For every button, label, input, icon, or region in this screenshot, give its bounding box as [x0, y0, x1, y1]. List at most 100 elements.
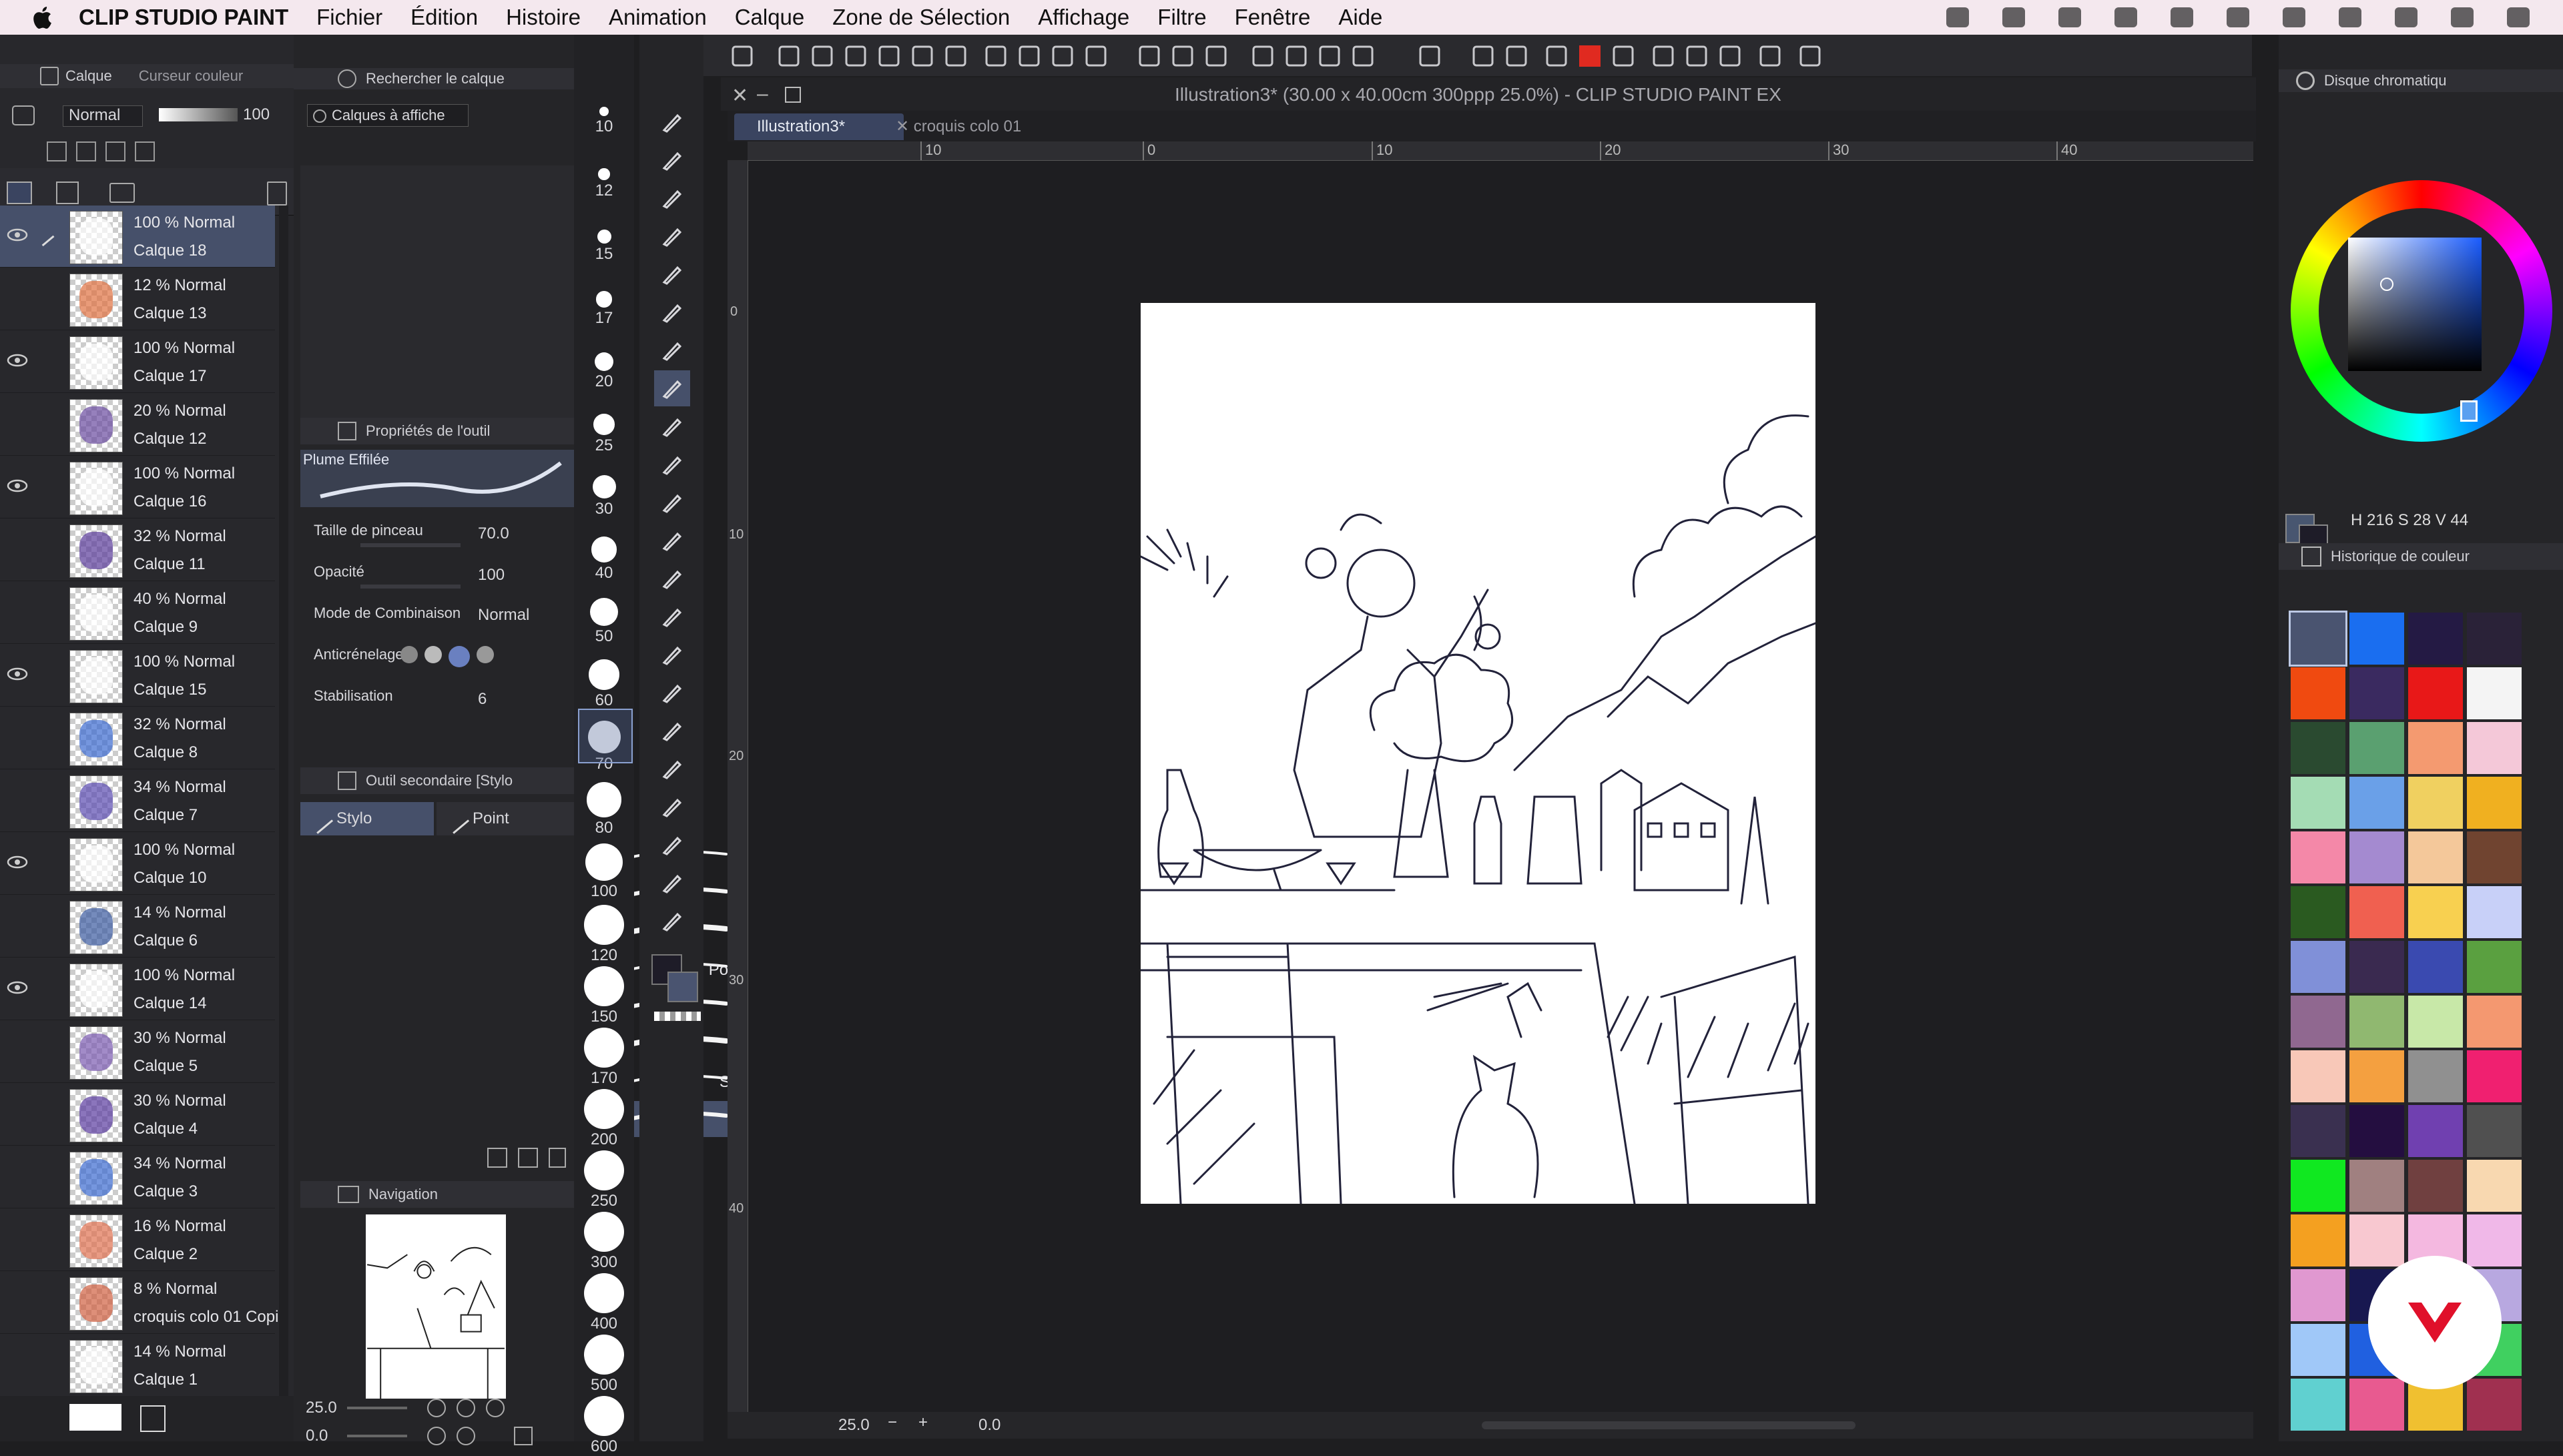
- lasso-tool-icon[interactable]: [654, 256, 690, 292]
- eyedropper-icon[interactable]: [654, 332, 690, 368]
- flip-icon[interactable]: [514, 1427, 533, 1445]
- status-zoom-value[interactable]: 25.0: [838, 1416, 870, 1435]
- color-swatch[interactable]: [2349, 1214, 2404, 1266]
- color-swatch[interactable]: [2291, 722, 2345, 774]
- lock-icon[interactable]: [47, 141, 67, 161]
- color-swatch[interactable]: [2467, 1160, 2522, 1212]
- tab-illustration3[interactable]: Illustration3*: [734, 113, 904, 140]
- layer-row[interactable]: 100 % Normal Calque 16: [0, 456, 275, 518]
- color-swatch[interactable]: [2408, 996, 2463, 1048]
- color-swatch[interactable]: [2467, 613, 2522, 665]
- brush-size-preset[interactable]: 600: [581, 1396, 627, 1456]
- eye-hidden-icon[interactable]: [7, 916, 28, 934]
- eye-icon[interactable]: [7, 978, 28, 997]
- tool-property-row[interactable]: Anticrénelage: [307, 642, 561, 679]
- red-color-icon[interactable]: [1575, 41, 1605, 71]
- layer-row[interactable]: 34 % Normal Calque 7: [0, 770, 275, 832]
- antialias-level-icons[interactable]: [400, 646, 507, 670]
- layer-row[interactable]: 30 % Normal Calque 5: [0, 1021, 275, 1083]
- delete-layer-icon[interactable]: [267, 181, 287, 206]
- search-layer-filter[interactable]: Calques à affiche: [307, 104, 469, 127]
- navigator-preview[interactable]: [366, 1214, 506, 1399]
- tool-property-row[interactable]: Mode de Combinaison Normal: [307, 601, 561, 638]
- spotlight-icon[interactable]: [2451, 7, 2474, 27]
- eraser-icon[interactable]: [654, 561, 690, 597]
- color-swatch[interactable]: [2291, 886, 2345, 938]
- layer-row[interactable]: 20 % Normal Calque 12: [0, 394, 275, 456]
- status-zoom-in-icon[interactable]: +: [918, 1413, 928, 1432]
- transparent-color-swatch[interactable]: [654, 1012, 701, 1021]
- brush-size-preset[interactable]: 30: [581, 475, 627, 518]
- eye-hidden-icon[interactable]: [7, 1166, 28, 1185]
- display-icon[interactable]: [2227, 7, 2249, 27]
- menu-fichier[interactable]: Fichier: [316, 5, 382, 30]
- property-value[interactable]: 100: [478, 566, 505, 585]
- navigator-rotation-value[interactable]: 0.0: [306, 1427, 328, 1445]
- brush-size-preset[interactable]: 100: [581, 843, 627, 901]
- brush-size-preset[interactable]: 20: [581, 352, 627, 391]
- color-swatch[interactable]: [2408, 1160, 2463, 1212]
- eye-hidden-icon[interactable]: [7, 1355, 28, 1373]
- tab-stylo[interactable]: Stylo: [300, 802, 434, 835]
- color-swatch[interactable]: [2291, 1160, 2345, 1212]
- color-swatch[interactable]: [2349, 941, 2404, 993]
- save-file-icon[interactable]: [841, 41, 870, 71]
- sv-picker-cursor[interactable]: [2380, 278, 2393, 291]
- eye-icon[interactable]: [7, 665, 28, 683]
- brush-size-preset[interactable]: 150: [581, 966, 627, 1026]
- brush-size-preset[interactable]: 400: [581, 1273, 627, 1333]
- brush-size-preset[interactable]: 40: [581, 536, 627, 583]
- color-swatch[interactable]: [2349, 886, 2404, 938]
- color-swatch[interactable]: [2291, 667, 2345, 719]
- horizontal-scrollbar[interactable]: [1482, 1421, 1856, 1429]
- tab-point[interactable]: Point: [437, 802, 574, 835]
- tool-c-icon[interactable]: [1609, 41, 1638, 71]
- color-swatch[interactable]: [2349, 613, 2404, 665]
- ruler-tool-icon[interactable]: [654, 751, 690, 787]
- color-swatch[interactable]: [2291, 777, 2345, 829]
- snap-special-icon[interactable]: [1282, 41, 1311, 71]
- color-swatch[interactable]: [2408, 941, 2463, 993]
- fill-tool-icon[interactable]: [654, 637, 690, 673]
- color-swatch[interactable]: [2349, 722, 2404, 774]
- layer-row[interactable]: 40 % Normal Calque 9: [0, 582, 275, 644]
- layer-row[interactable]: 32 % Normal Calque 8: [0, 707, 275, 769]
- color-swatch[interactable]: [2467, 996, 2522, 1048]
- layer-scrollbar[interactable]: [279, 206, 288, 1407]
- tool-a-icon[interactable]: [1502, 41, 1531, 71]
- brush-size-preset[interactable]: 80: [581, 782, 627, 837]
- redo-icon[interactable]: [941, 41, 970, 71]
- layer-type-icon[interactable]: [12, 105, 35, 125]
- color-swatch[interactable]: [2291, 1379, 2345, 1431]
- keyboard-icon[interactable]: [2395, 7, 2417, 27]
- opacity-slider[interactable]: [159, 108, 238, 121]
- tool-g-icon[interactable]: [1755, 41, 1785, 71]
- color-swatch[interactable]: [2467, 1214, 2522, 1266]
- color-swatch[interactable]: [2467, 831, 2522, 883]
- deselect-icon[interactable]: [1135, 41, 1164, 71]
- brush-size-preset[interactable]: 50: [581, 598, 627, 646]
- layer-row[interactable]: 100 % Normal Calque 10: [0, 833, 275, 895]
- clear-icon[interactable]: [1015, 41, 1044, 71]
- zoom-in-icon[interactable]: [457, 1399, 475, 1417]
- tool-f-icon[interactable]: [1715, 41, 1745, 71]
- brush-size-preset[interactable]: 10: [581, 107, 627, 136]
- color-swatch[interactable]: [2408, 722, 2463, 774]
- eye-icon[interactable]: [7, 853, 28, 871]
- invert-selection-icon[interactable]: [1168, 41, 1197, 71]
- tool-d-icon[interactable]: [1649, 41, 1678, 71]
- color-swatch[interactable]: [2291, 831, 2345, 883]
- property-slider[interactable]: [360, 585, 461, 589]
- color-swatch[interactable]: [2349, 777, 2404, 829]
- airbrush-icon[interactable]: [654, 484, 690, 520]
- pencil-tool-icon[interactable]: [654, 408, 690, 444]
- property-value[interactable]: 6: [478, 690, 487, 709]
- zoom-tool-icon[interactable]: [654, 104, 690, 140]
- rotate-left-icon[interactable]: [427, 1427, 446, 1445]
- new-raster-layer-icon[interactable]: [7, 181, 32, 204]
- eye-hidden-icon[interactable]: [7, 288, 28, 307]
- color-swatch[interactable]: [2467, 1050, 2522, 1102]
- object-tool-icon[interactable]: [654, 180, 690, 216]
- export-icon[interactable]: [874, 41, 904, 71]
- eye-hidden-icon[interactable]: [7, 539, 28, 558]
